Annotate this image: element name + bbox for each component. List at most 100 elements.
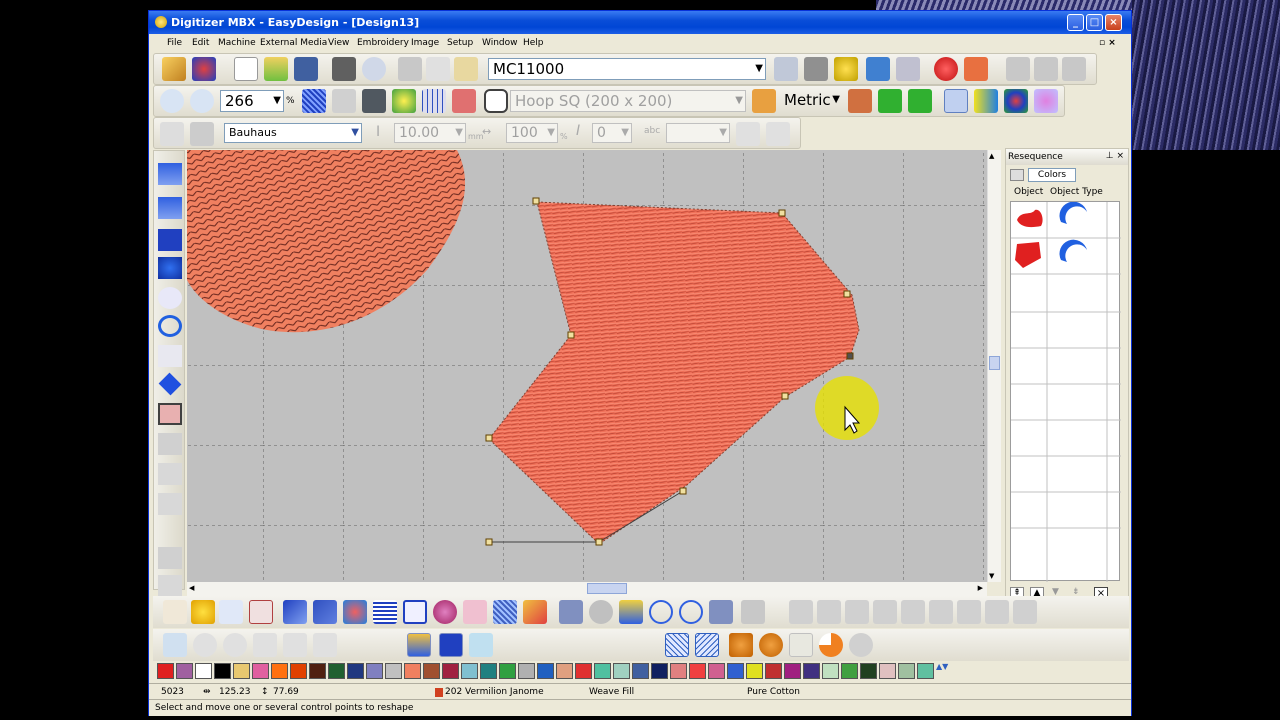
palette-swatch[interactable]: [822, 663, 839, 679]
satin-curve-icon[interactable]: [158, 197, 182, 219]
scroll-down-icon[interactable]: ▼: [989, 572, 994, 580]
fill-stitch-icon[interactable]: [373, 600, 397, 624]
pie-icon[interactable]: [819, 633, 843, 657]
menu-window[interactable]: Window: [482, 38, 518, 48]
palette-swatch[interactable]: [442, 663, 459, 679]
stitch-settings-icon[interactable]: [163, 633, 187, 657]
zoom-out-icon[interactable]: [190, 89, 214, 113]
control-point[interactable]: [532, 197, 540, 205]
align-bottom-icon[interactable]: [845, 600, 869, 624]
align-right-icon[interactable]: [1062, 57, 1086, 81]
control-point[interactable]: [778, 209, 786, 217]
fill-rectangle-icon[interactable]: [158, 229, 182, 251]
control-point[interactable]: [485, 434, 493, 442]
palette-swatch[interactable]: [841, 663, 858, 679]
mirror-icon[interactable]: [313, 600, 337, 624]
check-icon[interactable]: [849, 633, 873, 657]
scroll-left-icon[interactable]: ◀: [189, 584, 194, 592]
send-to-machine-icon[interactable]: [774, 57, 798, 81]
spacing-input[interactable]: ▼: [666, 123, 730, 143]
palette-swatch[interactable]: [632, 663, 649, 679]
font-select[interactable]: Bauhaus ▼: [224, 123, 362, 143]
run-stitch-icon[interactable]: [158, 463, 182, 485]
palette-swatch[interactable]: [727, 663, 744, 679]
units-select[interactable]: Metric ▼: [780, 90, 842, 112]
option-c-icon[interactable]: [253, 633, 277, 657]
color-film-icon[interactable]: [407, 633, 431, 657]
group-icon[interactable]: [985, 600, 1009, 624]
option-b-icon[interactable]: [223, 633, 247, 657]
print-icon[interactable]: [332, 57, 356, 81]
align-top-icon[interactable]: [789, 600, 813, 624]
height-input[interactable]: 10.00 ▼: [394, 123, 466, 143]
palette-swatch[interactable]: [860, 663, 877, 679]
palette-swatch[interactable]: [309, 663, 326, 679]
object-thumb-1[interactable]: [1017, 209, 1043, 228]
text-style-icon[interactable]: [190, 122, 214, 146]
zoom-in-icon[interactable]: [160, 89, 184, 113]
undo-icon[interactable]: [866, 57, 890, 81]
palette-swatch[interactable]: [233, 663, 250, 679]
spool-icon[interactable]: [439, 633, 463, 657]
palette-swatch[interactable]: [575, 663, 592, 679]
thread-color-icon[interactable]: [944, 89, 968, 113]
close-button[interactable]: ×: [1105, 14, 1122, 31]
measure-icon[interactable]: [752, 89, 776, 113]
palette-swatch[interactable]: [176, 663, 193, 679]
palette-swatch[interactable]: [385, 663, 402, 679]
search-icon[interactable]: [834, 57, 858, 81]
palette-swatch[interactable]: [784, 663, 801, 679]
palette-swatch[interactable]: [746, 663, 763, 679]
cut-path-icon[interactable]: [709, 600, 733, 624]
manual-stitch-icon[interactable]: [158, 493, 182, 515]
palette-swatch[interactable]: [347, 663, 364, 679]
scroll-right-icon[interactable]: ▶: [978, 584, 983, 592]
hscroll-thumb[interactable]: [587, 583, 627, 594]
option-a-icon[interactable]: [193, 633, 217, 657]
minimize-button[interactable]: _: [1067, 14, 1084, 31]
design-canvas[interactable]: [187, 150, 987, 582]
applique-fill-icon[interactable]: [523, 600, 547, 624]
fill-circle-icon[interactable]: [158, 257, 182, 279]
palette-swatch[interactable]: [328, 663, 345, 679]
mdi-restore-icon[interactable]: ▫ ×: [1099, 38, 1116, 48]
vertical-scrollbar[interactable]: ▲ ▼: [987, 150, 1001, 582]
lettering-icon[interactable]: [160, 122, 184, 146]
title-bar[interactable]: Digitizer MBX - EasyDesign - [Design13] …: [149, 11, 1131, 34]
collapse-icon[interactable]: [1010, 169, 1024, 181]
break-apart-icon[interactable]: [619, 600, 643, 624]
option-d-icon[interactable]: [283, 633, 307, 657]
cross-hatch-icon[interactable]: [665, 633, 689, 657]
control-point[interactable]: [843, 290, 851, 298]
width-input[interactable]: 100 ▼: [506, 123, 558, 143]
copy-icon[interactable]: [426, 57, 450, 81]
menu-embroidery[interactable]: Embroidery: [357, 38, 409, 48]
ellipse-outline-icon[interactable]: [158, 287, 182, 309]
diamond-fill-icon[interactable]: [158, 372, 182, 396]
properties-icon[interactable]: [219, 600, 243, 624]
pencil-icon[interactable]: [162, 57, 186, 81]
palette-swatch[interactable]: [271, 663, 288, 679]
wizard-icon[interactable]: [192, 57, 216, 81]
star-icon[interactable]: [191, 600, 215, 624]
menu-image[interactable]: Image: [411, 38, 439, 48]
palette-swatch[interactable]: [404, 663, 421, 679]
tools-icon[interactable]: [804, 57, 828, 81]
palette-swatch[interactable]: [461, 663, 478, 679]
palette-swatch[interactable]: [537, 663, 554, 679]
needle-icon[interactable]: [741, 600, 765, 624]
delete-icon[interactable]: [964, 57, 988, 81]
horizontal-scrollbar[interactable]: ◀ ▶: [187, 582, 987, 596]
add-text-icon[interactable]: [736, 122, 760, 146]
hand-icon[interactable]: [163, 600, 187, 624]
auto-digitize-icon[interactable]: [158, 575, 182, 597]
color-blend-icon[interactable]: [1034, 89, 1058, 113]
control-point[interactable]: [679, 487, 687, 495]
machine-select[interactable]: MC11000 ▼: [488, 58, 766, 80]
space-vertical-icon[interactable]: [929, 600, 953, 624]
cut-icon[interactable]: [398, 57, 422, 81]
stop-icon[interactable]: [934, 57, 958, 81]
colors-button[interactable]: Colors: [1028, 168, 1076, 182]
satin-u-icon[interactable]: [403, 600, 427, 624]
menu-machine[interactable]: Machine: [218, 38, 256, 48]
